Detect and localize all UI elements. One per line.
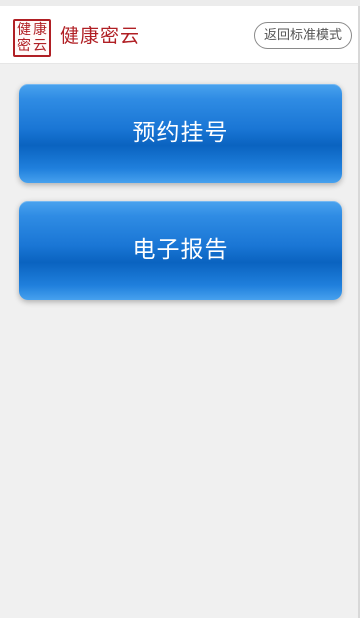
app-header: 健 康 密 云 健康密云 返回标准模式 — [0, 6, 360, 64]
electronic-report-button[interactable]: 电子报告 — [19, 201, 342, 300]
logo-char: 健 — [17, 22, 31, 38]
back-to-standard-mode-button[interactable]: 返回标准模式 — [254, 22, 352, 49]
logo-char: 云 — [33, 38, 47, 54]
app-title: 健康密云 — [60, 25, 141, 47]
logo-char: 康 — [33, 22, 47, 38]
logo-char: 密 — [17, 38, 31, 54]
app-logo: 健 康 密 云 — [13, 19, 51, 57]
appointment-button[interactable]: 预约挂号 — [19, 84, 342, 183]
